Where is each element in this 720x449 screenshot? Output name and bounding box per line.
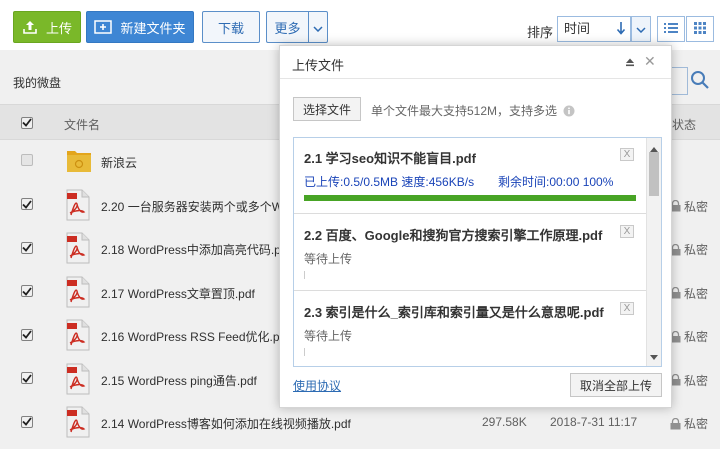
remove-icon[interactable]: X: [620, 302, 634, 315]
progress-fill: [304, 195, 636, 201]
queue-file-name: 2.2 百度、Google和搜狗官方搜索引擎工作原理.pdf: [304, 228, 603, 243]
upload-queue-item: 2.1 学习seo知识不能盲目.pdf X 已上传:0.5/0.5MB 速度:456…: [294, 138, 646, 214]
list-view-button[interactable]: [657, 16, 685, 42]
upload-dialog: 上传文件 ✕ 选择文件 单个文件最大支持512M，支持多选 2.1 学习seo知…: [279, 45, 672, 408]
download-button[interactable]: 下载: [202, 11, 260, 43]
upload-queue-item: 2.3 索引是什么_索引库和索引量又是什么意思呢.pdf X 等待上传: [294, 292, 646, 366]
more-label: 更多: [274, 20, 301, 36]
dialog-divider: [280, 78, 671, 79]
sort-direction-button[interactable]: [611, 16, 631, 42]
cancel-all-button[interactable]: 取消全部上传: [570, 373, 662, 397]
sort-value: 时间: [564, 21, 591, 36]
upload-progress-text: 已上传:0.5/0.5MB 速度:456KB/s: [304, 175, 475, 189]
list-icon: [664, 22, 678, 37]
upload-queue: 2.1 学习seo知识不能盲目.pdf X 已上传:0.5/0.5MB 速度:456…: [293, 137, 662, 367]
more-button[interactable]: 更多: [266, 11, 308, 43]
choose-file-button[interactable]: 选择文件: [293, 97, 361, 121]
remove-icon[interactable]: X: [620, 148, 634, 161]
new-folder-icon: [94, 19, 113, 35]
chevron-down-icon: [636, 22, 646, 36]
new-folder-label: 新建文件夹: [120, 20, 186, 36]
upload-button[interactable]: 上传: [13, 11, 81, 43]
queue-file-name: 2.1 学习seo知识不能盲目.pdf: [304, 151, 476, 166]
upload-queue-item: 2.2 百度、Google和搜狗官方搜索引擎工作原理.pdf X 等待上传: [294, 215, 646, 291]
upload-tip: 单个文件最大支持512M，支持多选: [371, 102, 575, 119]
queue-scrollbar[interactable]: [646, 138, 661, 366]
progress-marker: [304, 348, 305, 356]
progress-marker: [304, 271, 305, 279]
grid-view-button[interactable]: [686, 16, 714, 42]
new-folder-button[interactable]: 新建文件夹: [86, 11, 194, 43]
arrow-down-icon: [616, 21, 626, 38]
dialog-title: 上传文件: [292, 58, 345, 73]
terms-link[interactable]: 使用协议: [293, 377, 341, 394]
upload-label: 上传: [45, 20, 72, 36]
upload-icon: [22, 19, 38, 35]
info-icon[interactable]: [563, 105, 575, 117]
cancel-all-label: 取消全部上传: [579, 378, 652, 393]
chevron-down-icon: [313, 20, 323, 35]
scroll-down-icon[interactable]: [650, 349, 658, 363]
queue-file-name: 2.3 索引是什么_索引库和索引量又是什么意思呢.pdf: [304, 305, 604, 320]
remove-icon[interactable]: X: [620, 225, 634, 238]
toolbar: 上传 新建文件夹 下载 更多 排序 时间: [0, 0, 720, 50]
queue-status: 等待上传: [304, 329, 353, 343]
progress-bar: [304, 195, 636, 201]
more-dropdown-button[interactable]: [308, 11, 328, 43]
remaining-time-text: 剩余时间:00:00 100%: [498, 175, 614, 189]
download-label: 下载: [217, 20, 244, 36]
grid-icon: [694, 21, 706, 37]
scrollbar-thumb[interactable]: [649, 152, 659, 196]
sort-label: 排序: [527, 25, 554, 40]
upload-tip-text: 单个文件最大支持512M，支持多选: [371, 104, 558, 118]
queue-status: 等待上传: [304, 252, 353, 266]
choose-file-label: 选择文件: [302, 102, 351, 117]
sort-dropdown-button[interactable]: [631, 16, 651, 42]
close-icon[interactable]: ✕: [644, 53, 656, 70]
minimize-icon[interactable]: [625, 56, 635, 70]
